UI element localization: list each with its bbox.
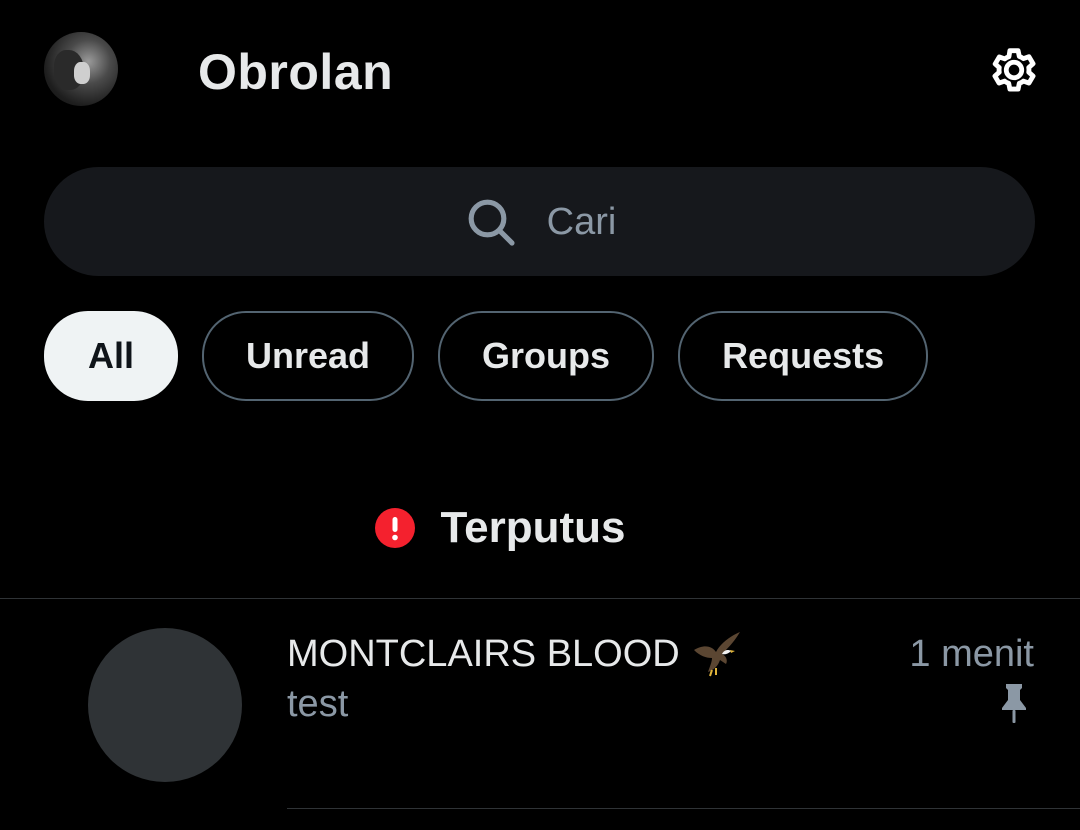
filter-all[interactable]: All xyxy=(44,311,179,401)
divider xyxy=(287,808,1080,809)
conversation-avatar xyxy=(88,628,242,782)
filter-unread[interactable]: Unread xyxy=(202,311,415,401)
conversation-name: MONTCLAIRS BLOOD xyxy=(287,630,742,678)
alert-icon xyxy=(374,508,415,548)
pin-icon xyxy=(1002,684,1026,723)
conversation-time: 1 menit xyxy=(909,633,1034,675)
search-placeholder: Cari xyxy=(546,200,617,243)
filter-chips: All Unread Groups Requests xyxy=(44,311,929,401)
search-bar[interactable]: Cari xyxy=(44,167,1035,276)
search-icon xyxy=(463,194,519,250)
conversation-name-text: MONTCLAIRS BLOOD xyxy=(287,633,680,675)
settings-button[interactable] xyxy=(984,40,1044,100)
filter-requests[interactable]: Requests xyxy=(678,311,929,401)
gear-icon xyxy=(992,48,1036,92)
top-bar: Obrolan xyxy=(0,0,1080,140)
conversation-preview: test xyxy=(287,683,349,725)
avatar-image-highlight xyxy=(74,62,90,84)
eagle-icon xyxy=(690,630,742,678)
divider xyxy=(0,598,1080,599)
filter-groups[interactable]: Groups xyxy=(438,311,655,401)
conversation-item[interactable]: MONTCLAIRS BLOOD test 1 menit xyxy=(0,600,1080,810)
status-text: Terputus xyxy=(440,503,626,552)
profile-avatar[interactable] xyxy=(44,32,118,106)
page-title: Obrolan xyxy=(198,44,394,100)
connection-status: Terputus xyxy=(0,497,1080,559)
